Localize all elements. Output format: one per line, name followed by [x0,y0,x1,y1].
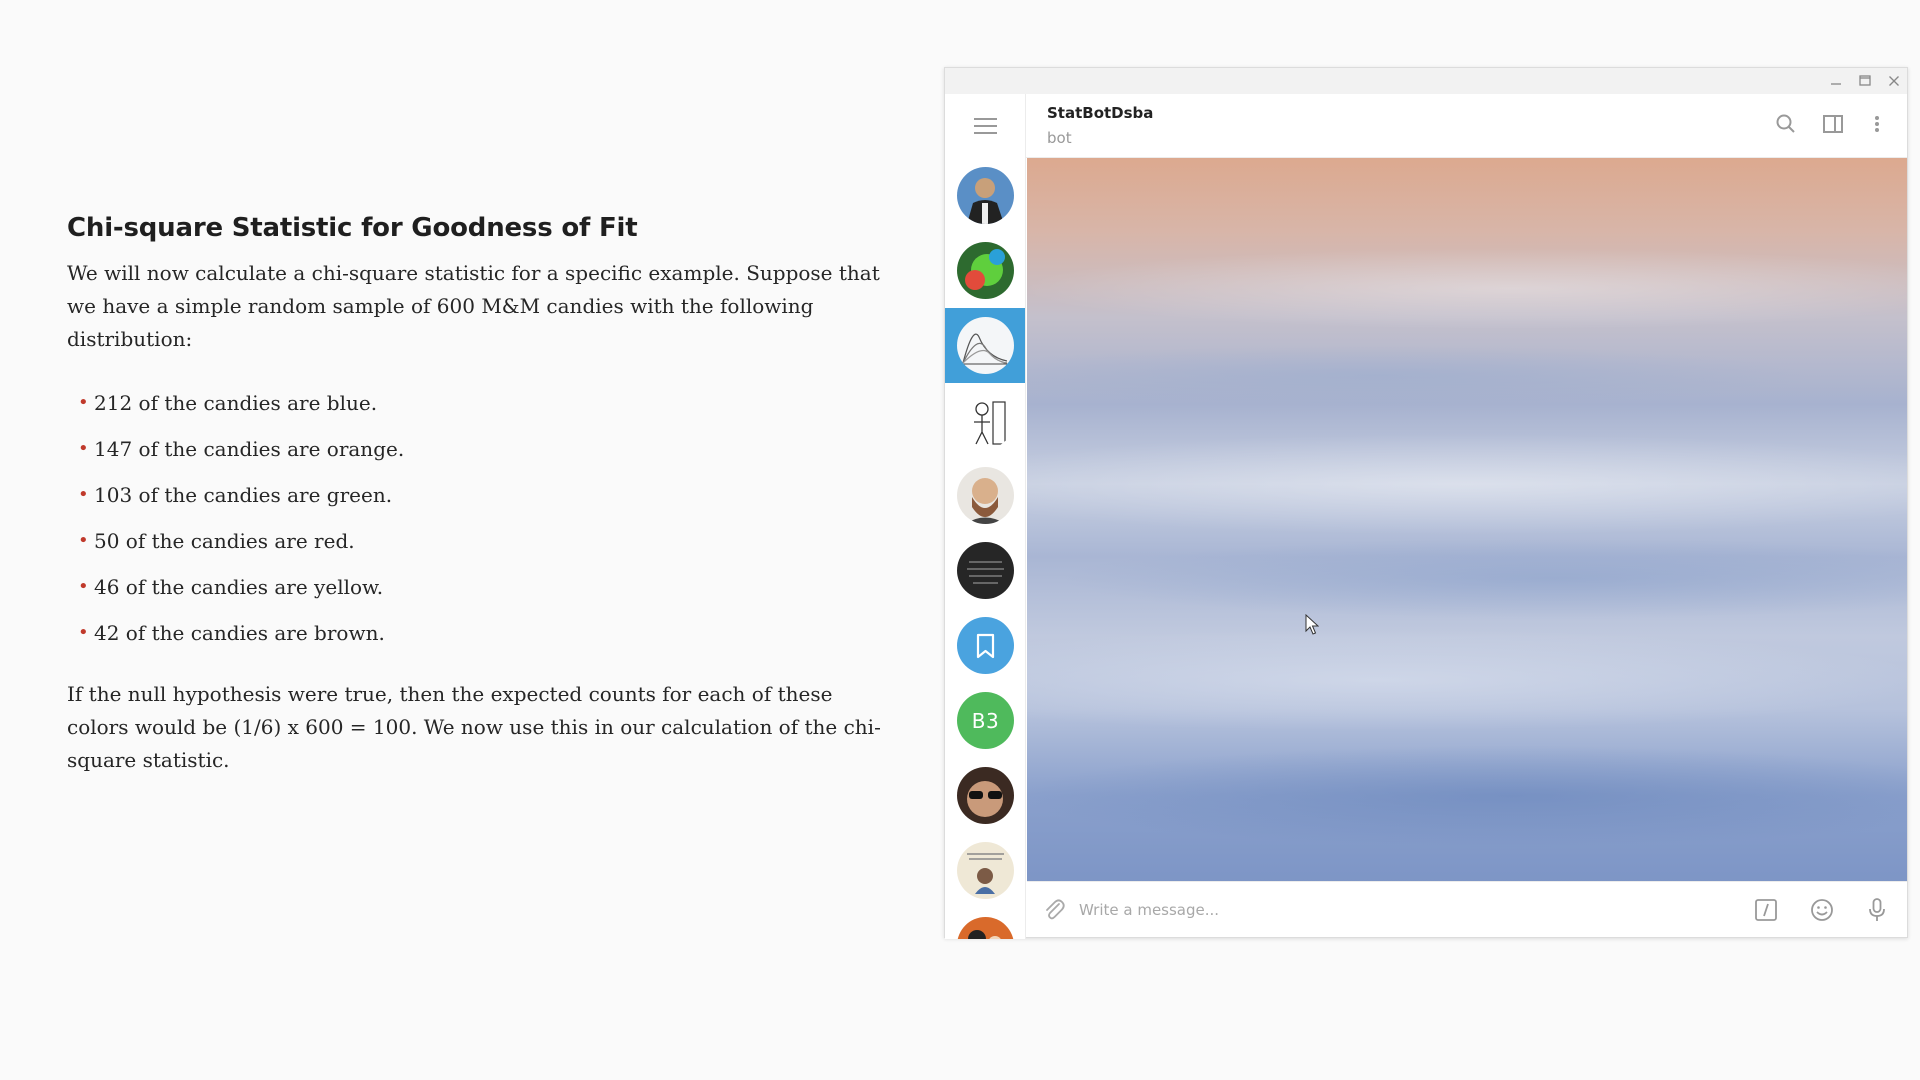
bullet-icon: • [78,392,89,413]
distribution-list: • 212 of the candies are blue. • 147 of th… [78,380,887,656]
hamburger-menu-icon[interactable] [945,94,1026,158]
list-item: • 50 of the candies are red. [78,518,887,564]
list-item: • 46 of the candies are yellow. [78,564,887,610]
sketch-avatar [957,392,1014,449]
bullet-icon: • [78,438,89,459]
close-icon[interactable] [1885,72,1903,90]
more-options-icon[interactable] [1863,110,1891,138]
sidebar-chat-5[interactable] [945,458,1025,533]
saved-messages-icon [957,617,1014,674]
dark-text-avatar [957,542,1014,599]
article-heading: Chi-square Statistic for Goodness of Fit [67,213,638,243]
user-avatar-9 [957,767,1014,824]
article-conclusion: If the null hypothesis were true, then t… [67,682,881,772]
minimize-icon[interactable] [1827,72,1845,90]
list-item: • 212 of the candies are blue. [78,380,887,426]
message-input[interactable] [1079,894,1729,926]
user-avatar-11 [957,917,1014,939]
bullet-icon: • [78,622,89,643]
sidebar-chat-9[interactable] [945,758,1025,833]
bullet-icon: • [78,484,89,505]
message-composer [1027,881,1907,937]
chat-status: bot [1047,129,1072,147]
bullet-icon: • [78,530,89,551]
microphone-icon[interactable] [1862,895,1892,925]
sidebar-chat-6[interactable] [945,533,1025,608]
chat-sidebar: B3 [945,94,1026,939]
b3-initials: B3 [971,708,1000,733]
sidebar-chat-statbot[interactable] [945,308,1025,383]
user-avatar-10 [957,842,1014,899]
search-icon[interactable] [1772,110,1800,138]
telegram-window: B3 StatBotDsba bot [944,67,1908,939]
window-titlebar[interactable] [945,68,1907,94]
maximize-icon[interactable] [1856,72,1874,90]
sidebar-chat-10[interactable] [945,833,1025,908]
sidebar-chat-1[interactable] [945,158,1025,233]
article-intro: We will now calculate a chi-square stati… [67,261,880,351]
list-item: • 103 of the candies are green. [78,472,887,518]
sidebar-panel-icon[interactable] [1819,110,1847,138]
user-avatar-1 [957,167,1014,224]
article: Chi-square Statistic for Goodness of Fit… [67,213,887,777]
bot-command-icon[interactable] [1751,895,1781,925]
sidebar-chat-4[interactable] [945,383,1025,458]
user-avatar-5 [957,467,1014,524]
list-item: • 42 of the candies are brown. [78,610,887,656]
chat-background [1027,158,1907,883]
list-item: • 147 of the candies are orange. [78,426,887,472]
paperclip-icon[interactable] [1039,895,1069,925]
chat-header: StatBotDsba bot [1026,94,1907,158]
sidebar-chat-saved[interactable] [945,608,1025,683]
b3-avatar: B3 [957,692,1014,749]
sidebar-chat-11[interactable] [945,908,1025,939]
user-avatar-2 [957,242,1014,299]
emoji-icon[interactable] [1807,895,1837,925]
sidebar-chat-b3[interactable]: B3 [945,683,1025,758]
chat-title[interactable]: StatBotDsba [1047,104,1153,122]
bullet-icon: • [78,576,89,597]
statbot-avatar [957,317,1014,374]
sidebar-chat-2[interactable] [945,233,1025,308]
